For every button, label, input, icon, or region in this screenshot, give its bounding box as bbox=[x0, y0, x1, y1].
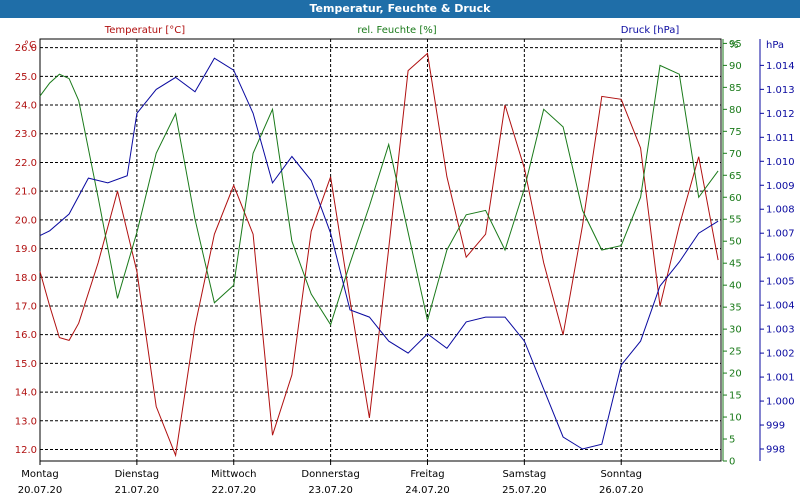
temperature-tick-label: 19.0 bbox=[15, 244, 37, 255]
humidity-unit: % bbox=[729, 40, 739, 51]
temperature-tick-label: 13.0 bbox=[15, 416, 37, 427]
humidity-tick-label: 0 bbox=[729, 457, 735, 468]
temperature-tick-label: 18.0 bbox=[15, 273, 37, 284]
series-line-humidity bbox=[39, 64, 719, 326]
day-date-label: 22.07.20 bbox=[211, 485, 256, 496]
pressure-tick-label: 1.000 bbox=[766, 397, 795, 408]
temperature-tick-label: 12.0 bbox=[15, 445, 37, 456]
series-line-temperature bbox=[39, 52, 719, 458]
pressure-tick-label: 1.004 bbox=[766, 301, 795, 312]
temperature-tick-label: 16.0 bbox=[15, 330, 37, 341]
day-date-label: 25.07.20 bbox=[502, 485, 547, 496]
grid bbox=[39, 38, 764, 465]
humidity-tick-label: 35 bbox=[729, 303, 742, 314]
humidity-tick-label: 50 bbox=[729, 237, 742, 248]
temperature-unit: °C bbox=[24, 40, 36, 51]
pressure-tick-label: 1.009 bbox=[766, 181, 795, 192]
day-date-label: 21.07.20 bbox=[115, 485, 160, 496]
temperature-tick-label: 22.0 bbox=[15, 158, 37, 169]
legend-pressure: Druck [hPa] bbox=[621, 25, 680, 36]
humidity-tick-label: 65 bbox=[729, 171, 742, 182]
day-name-label: Freitag bbox=[410, 469, 444, 480]
pressure-tick-label: 1.003 bbox=[766, 325, 795, 336]
day-name-label: Montag bbox=[21, 469, 58, 480]
humidity-tick-label: 5 bbox=[729, 435, 735, 446]
pressure-tick-label: 1.001 bbox=[766, 373, 795, 384]
humidity-tick-label: 70 bbox=[729, 149, 742, 160]
pressure-tick-label: 999 bbox=[766, 421, 785, 432]
humidity-tick-label: 20 bbox=[729, 369, 742, 380]
day-name-label: Donnerstag bbox=[301, 469, 359, 480]
pressure-tick-label: 1.006 bbox=[766, 253, 795, 264]
day-name-label: Mittwoch bbox=[211, 469, 256, 480]
day-date-label: 24.07.20 bbox=[405, 485, 450, 496]
pressure-tick-label: 1.013 bbox=[766, 85, 795, 96]
humidity-tick-label: 40 bbox=[729, 281, 742, 292]
day-date-label: 23.07.20 bbox=[308, 485, 353, 496]
pressure-tick-label: 1.008 bbox=[766, 205, 795, 216]
temperature-tick-label: 25.0 bbox=[15, 72, 37, 83]
temperature-tick-label: 14.0 bbox=[15, 388, 37, 399]
pressure-tick-label: 1.005 bbox=[766, 277, 795, 288]
humidity-tick-label: 85 bbox=[729, 83, 742, 94]
humidity-tick-label: 15 bbox=[729, 391, 742, 402]
humidity-tick-label: 75 bbox=[729, 127, 742, 138]
humidity-tick-label: 60 bbox=[729, 193, 742, 204]
temperature-tick-label: 21.0 bbox=[15, 187, 37, 198]
pressure-tick-label: 1.012 bbox=[766, 109, 795, 120]
pressure-tick-label: 998 bbox=[766, 445, 785, 456]
humidity-tick-label: 25 bbox=[729, 347, 742, 358]
pressure-tick-label: 1.011 bbox=[766, 133, 795, 144]
legend-temperature: Temperatur [°C] bbox=[104, 25, 185, 36]
day-date-label: 20.07.20 bbox=[18, 485, 63, 496]
humidity-tick-label: 10 bbox=[729, 413, 742, 424]
pressure-unit: hPa bbox=[766, 40, 784, 51]
temperature-tick-label: 15.0 bbox=[15, 359, 37, 370]
series-line-pressure bbox=[39, 57, 719, 450]
humidity-tick-label: 90 bbox=[729, 61, 742, 72]
legend-humidity: rel. Feuchte [%] bbox=[357, 25, 436, 36]
day-date-label: 26.07.20 bbox=[599, 485, 644, 496]
pressure-tick-label: 1.014 bbox=[766, 61, 795, 72]
day-name-label: Sonntag bbox=[600, 469, 642, 480]
humidity-tick-label: 30 bbox=[729, 325, 742, 336]
day-name-label: Samstag bbox=[502, 469, 546, 480]
pressure-tick-label: 1.010 bbox=[766, 157, 795, 168]
pressure-tick-label: 1.002 bbox=[766, 349, 795, 360]
series-group bbox=[39, 52, 719, 458]
pressure-tick-label: 1.007 bbox=[766, 229, 795, 240]
plot-border bbox=[39, 38, 722, 462]
temperature-tick-label: 20.0 bbox=[15, 215, 37, 226]
humidity-tick-label: 55 bbox=[729, 215, 742, 226]
temperature-tick-label: 24.0 bbox=[15, 101, 37, 112]
humidity-tick-label: 45 bbox=[729, 259, 742, 270]
line-chart: 12.0 13.0 14.0 15.0 16.0 17.0 18.0 19.0 20.0 21.0… bbox=[15, 25, 795, 496]
temperature-tick-label: 23.0 bbox=[15, 129, 37, 140]
humidity-tick-label: 80 bbox=[729, 105, 742, 116]
labels-group: 12.0 13.0 14.0 15.0 16.0 17.0 18.0 19.0 20.0 21.0… bbox=[15, 25, 795, 496]
temperature-tick-label: 17.0 bbox=[15, 301, 37, 312]
day-name-label: Dienstag bbox=[115, 469, 160, 480]
